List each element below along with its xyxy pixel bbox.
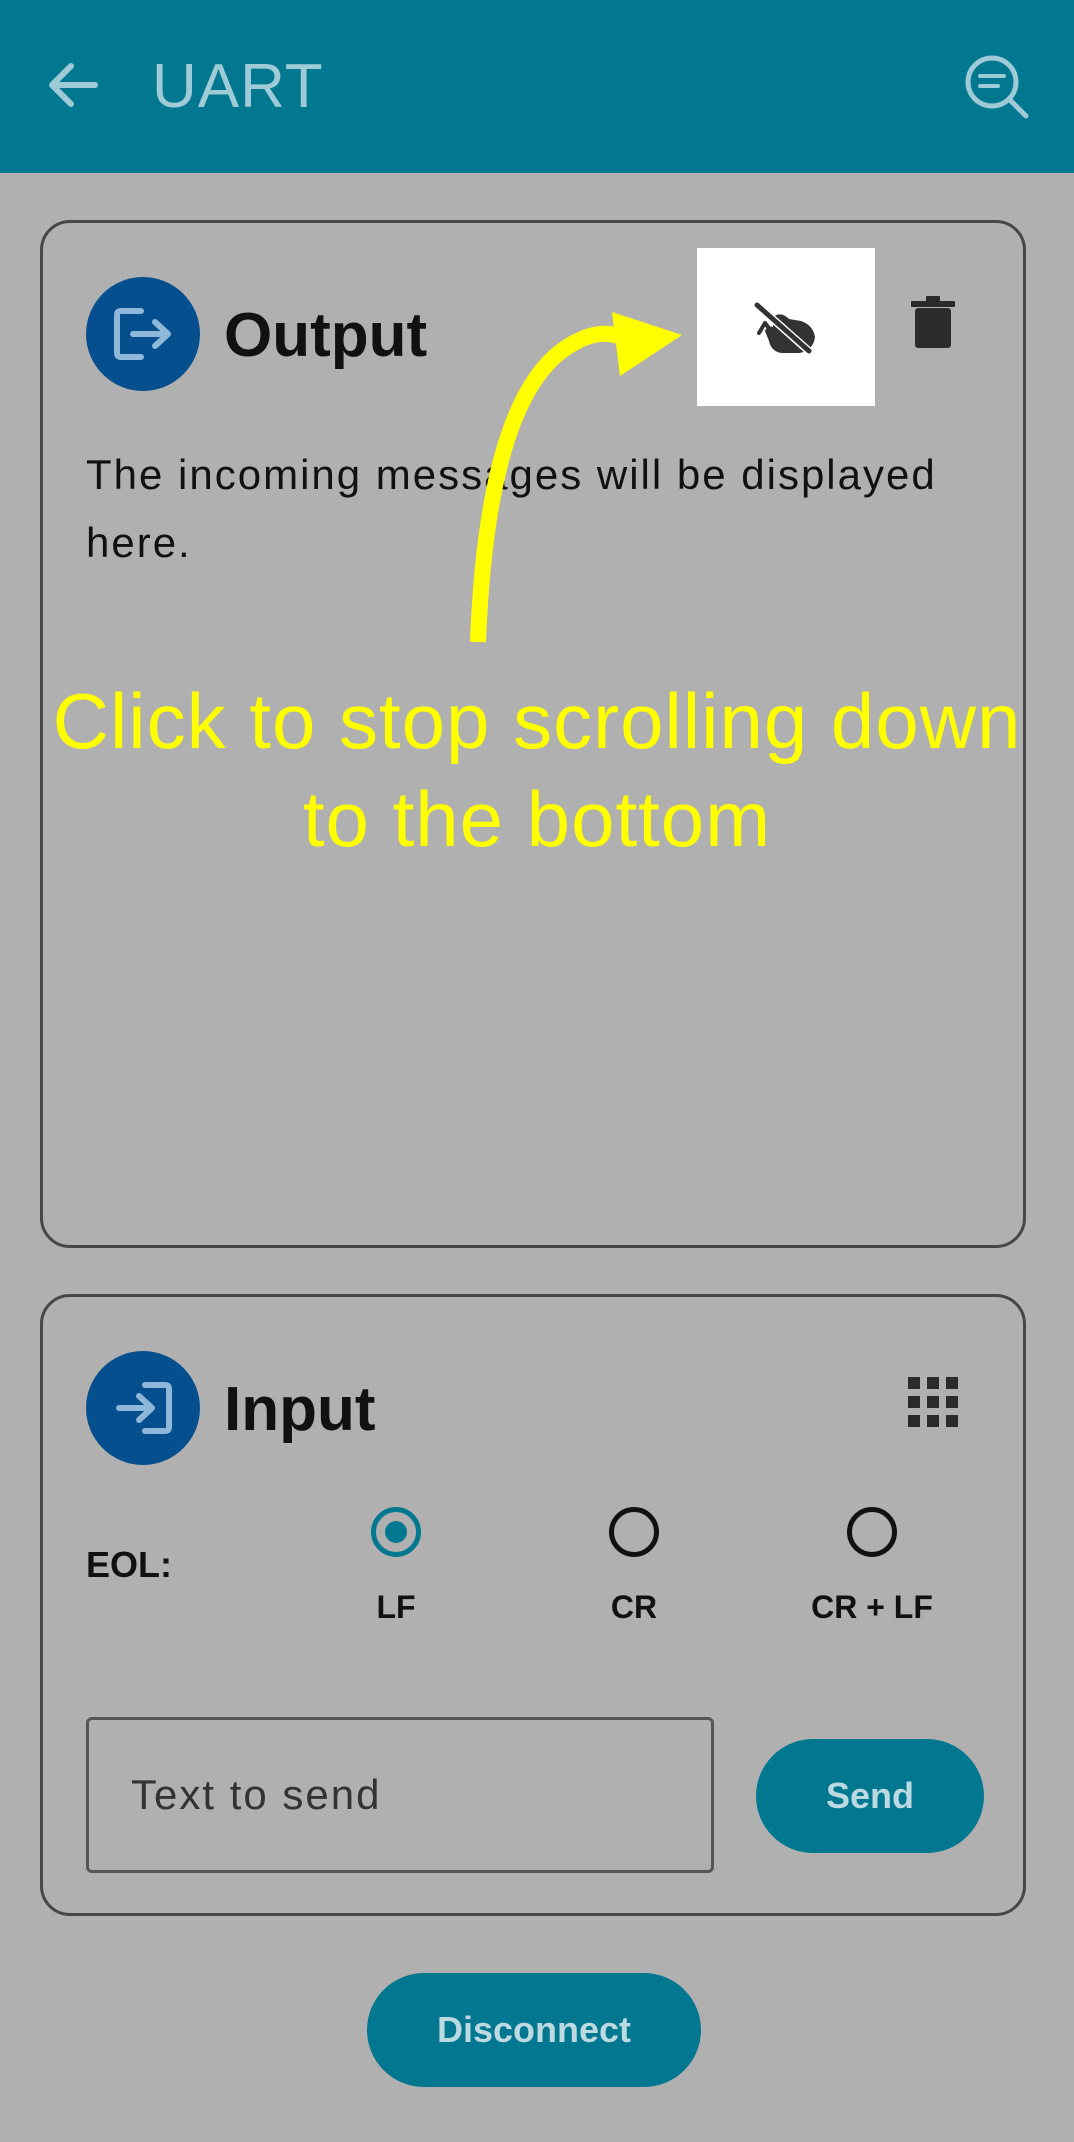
radio-label-crlf: CR + LF	[811, 1589, 933, 1625]
output-title: Output	[224, 301, 428, 370]
annotation-line-2: to the bottom	[302, 775, 772, 863]
input-card: Input EOL: LF CR CR + LF Text to send Se…	[40, 1294, 1026, 1916]
app-title: UART	[152, 52, 324, 121]
scroll-lock-button[interactable]	[697, 248, 875, 406]
grid-icon	[908, 1377, 958, 1427]
arrow-back-icon	[49, 63, 98, 107]
radio-label-lf: LF	[376, 1589, 416, 1625]
back-button[interactable]	[40, 50, 106, 120]
eol-option-lf[interactable]: LF	[296, 1507, 496, 1625]
output-exit-icon	[114, 308, 171, 360]
radio-lf[interactable]	[371, 1507, 421, 1557]
keypad-button[interactable]	[893, 1352, 973, 1452]
eol-label: EOL:	[86, 1544, 172, 1585]
input-icon-badge	[86, 1351, 200, 1465]
disconnect-button[interactable]: Disconnect	[367, 1973, 701, 2087]
input-title: Input	[224, 1375, 376, 1444]
eol-option-cr[interactable]: CR	[534, 1507, 734, 1625]
clear-output-button[interactable]	[893, 273, 973, 373]
annotation-text: Click to stop scrolling down to the bott…	[0, 672, 1074, 868]
radio-crlf[interactable]	[847, 1507, 897, 1557]
text-to-send-input[interactable]	[86, 1717, 714, 1873]
search-button[interactable]	[960, 50, 1034, 124]
input-enter-icon	[116, 1382, 172, 1434]
send-button[interactable]: Send	[756, 1739, 984, 1853]
radio-cr[interactable]	[609, 1507, 659, 1557]
app-bar: UART	[0, 0, 1074, 173]
radio-label-cr: CR	[610, 1589, 658, 1625]
touch-off-icon	[754, 302, 815, 356]
eol-option-crlf[interactable]: CR + LF	[772, 1507, 972, 1625]
annotation-line-1: Click to stop scrolling down	[52, 677, 1022, 765]
search-icon	[965, 55, 1029, 119]
trash-icon	[911, 296, 955, 348]
output-placeholder-text: The incoming messages will be displayed …	[86, 451, 937, 566]
output-icon-badge	[86, 277, 200, 391]
uart-screen: UART Output The incoming messages will b…	[0, 0, 1074, 2142]
